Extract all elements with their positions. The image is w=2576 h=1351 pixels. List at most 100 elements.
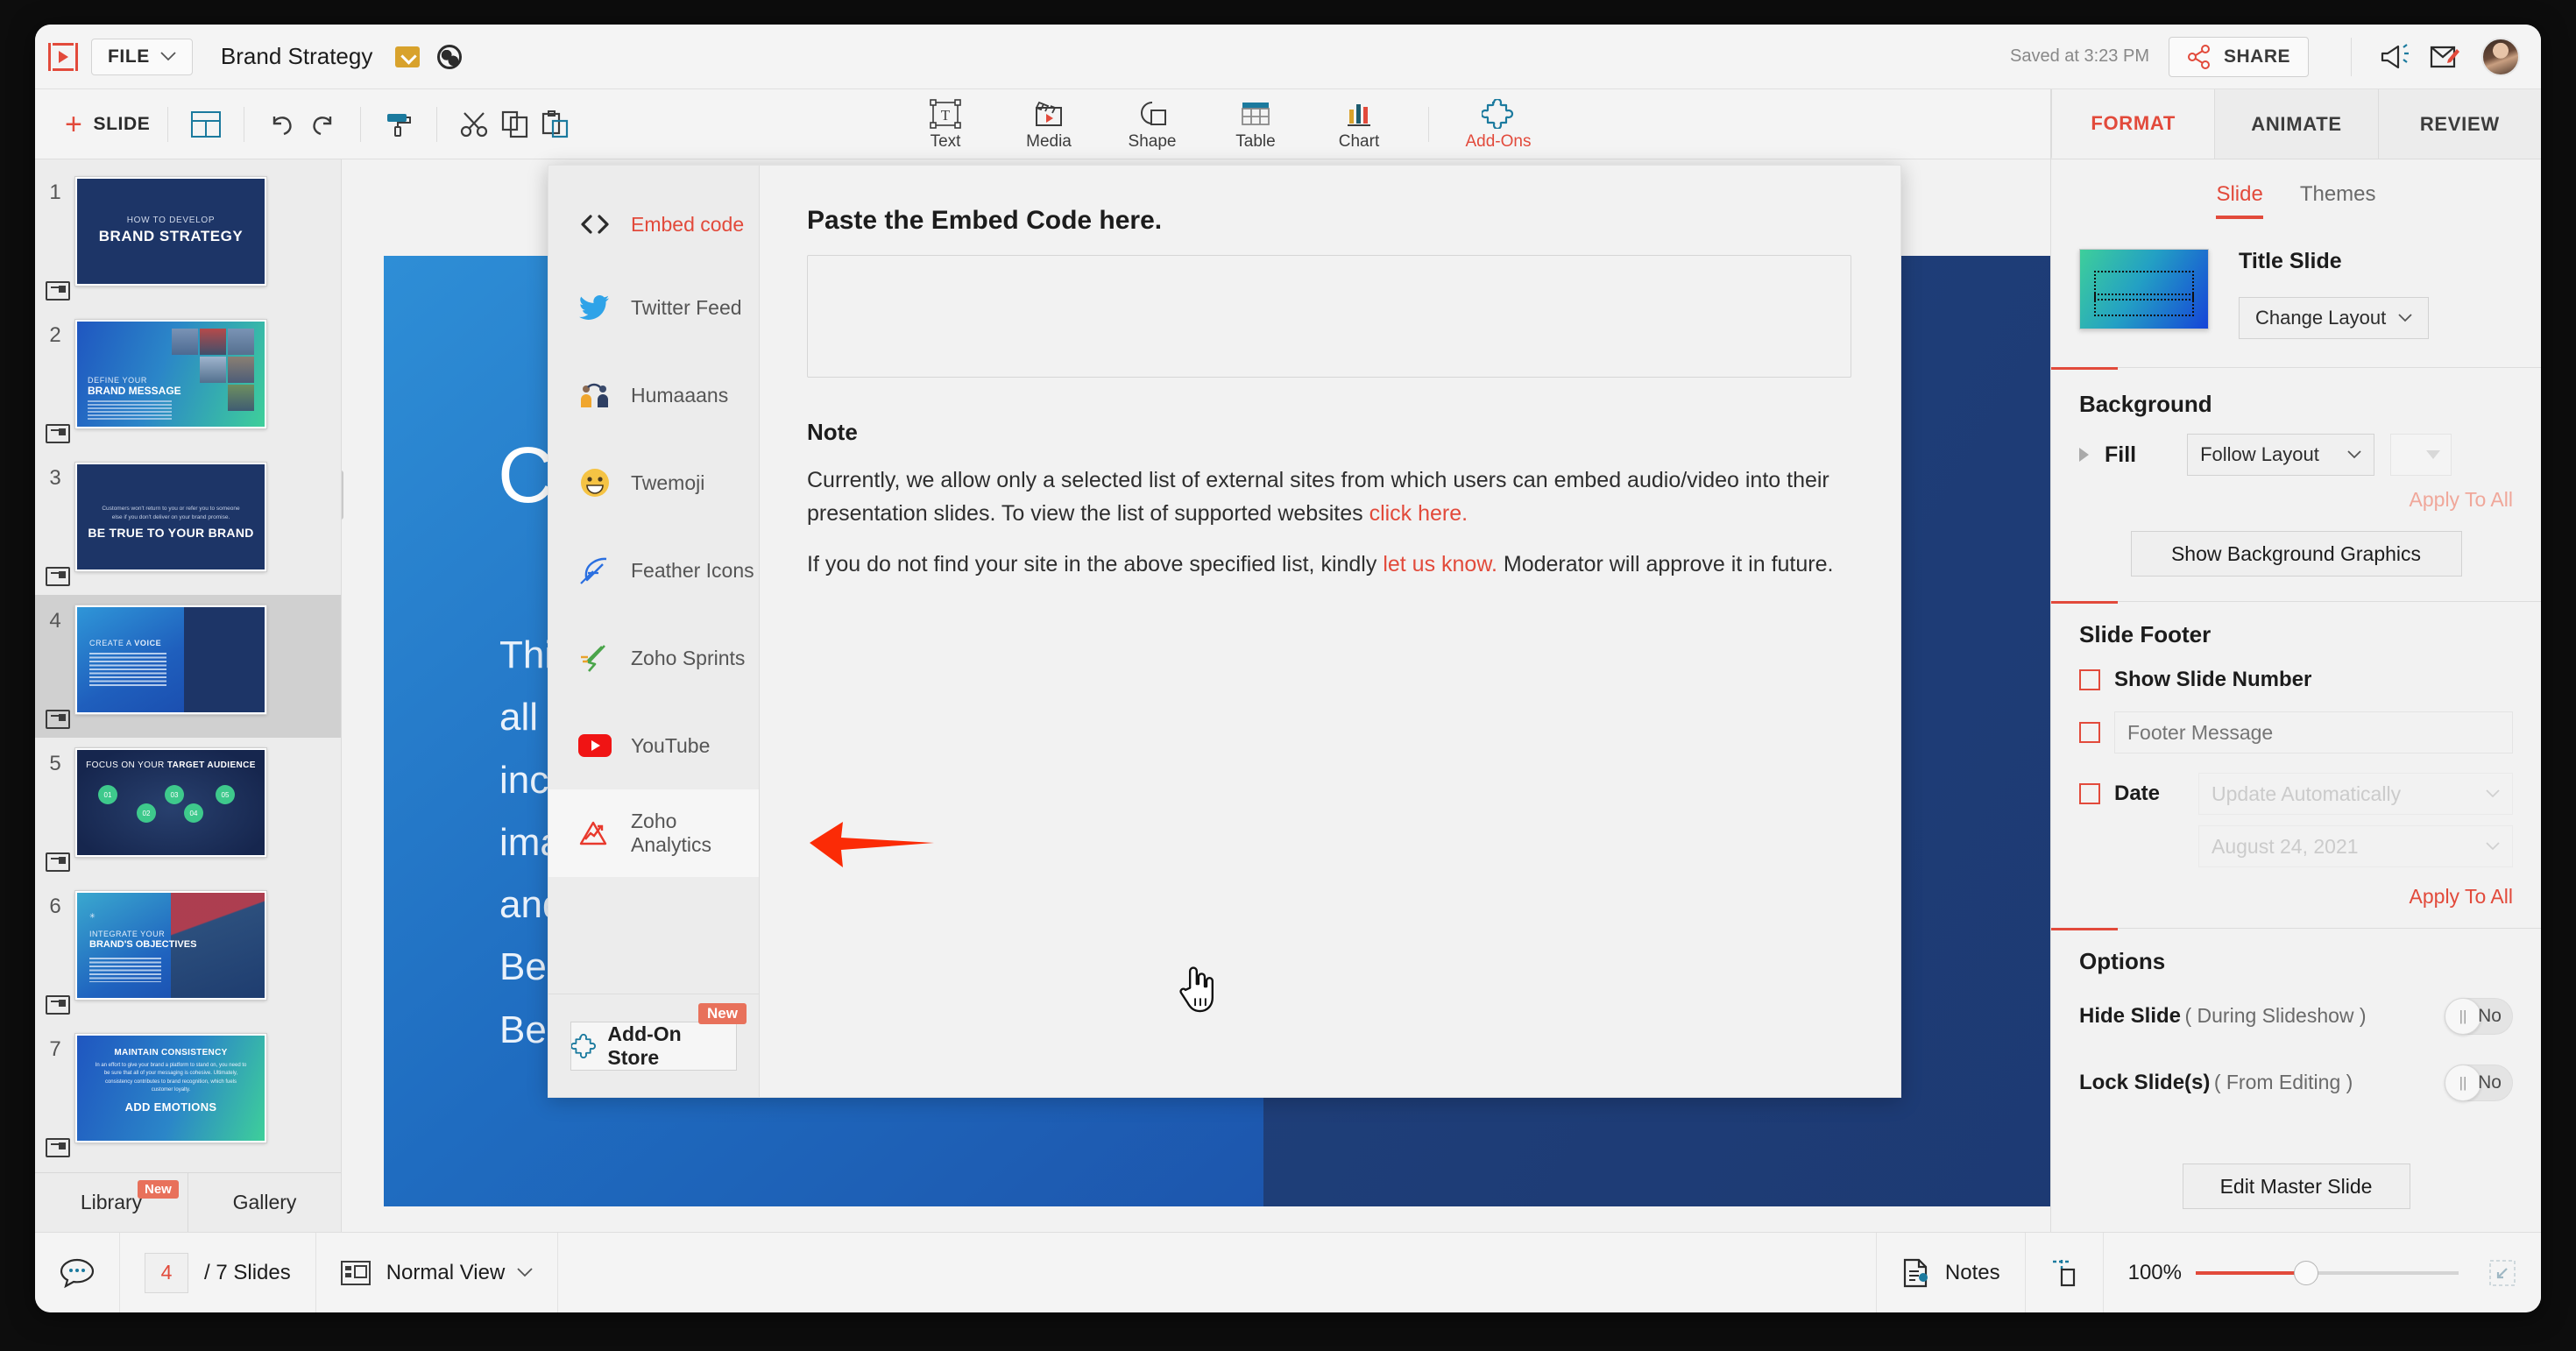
tab-animate[interactable]: ANIMATE bbox=[2214, 89, 2378, 159]
tool-shape[interactable]: Shape bbox=[1100, 89, 1204, 159]
globe-icon[interactable] bbox=[437, 44, 463, 69]
tab-library[interactable]: Library New bbox=[35, 1173, 188, 1232]
slide-list-item[interactable]: 3 Customers won't return to you or refer… bbox=[35, 452, 341, 595]
addon-item-humaaans[interactable]: Humaaans bbox=[548, 351, 759, 439]
format-painter-button[interactable] bbox=[379, 104, 419, 145]
footer-message-checkbox[interactable] bbox=[2079, 722, 2100, 743]
show-slide-number-checkbox[interactable] bbox=[2079, 669, 2100, 690]
slide-thumbnail[interactable]: DEFINE YOUR BRAND MESSAGE bbox=[74, 319, 267, 429]
zoho-show-logo[interactable] bbox=[35, 42, 91, 71]
slide-list-item[interactable]: 5 FOCUS ON YOUR TARGET AUDIENCE 01 02 03… bbox=[35, 738, 341, 881]
date-checkbox[interactable] bbox=[2079, 783, 2100, 804]
user-avatar[interactable] bbox=[2481, 37, 2520, 76]
cut-button[interactable] bbox=[455, 104, 495, 145]
add-slide-button[interactable]: + SLIDE bbox=[65, 110, 150, 139]
tab-review[interactable]: REVIEW bbox=[2377, 89, 2541, 159]
insert-slide-here-button[interactable] bbox=[46, 852, 70, 872]
slide-layout-button[interactable] bbox=[186, 104, 226, 145]
hide-slide-toggle[interactable]: || No bbox=[2445, 998, 2513, 1035]
zoom-slider-handle[interactable] bbox=[2294, 1260, 2318, 1285]
comments-button[interactable] bbox=[35, 1233, 120, 1312]
date-row: Date Update Automatically August 24, 202… bbox=[2079, 773, 2513, 867]
file-menu-label: FILE bbox=[108, 46, 150, 67]
slide-thumbnail[interactable]: CREATE A VOICE bbox=[74, 605, 267, 715]
addon-item-zoho-analytics[interactable]: Zoho Analytics bbox=[548, 789, 759, 877]
divider bbox=[2051, 601, 2541, 604]
tool-chart[interactable]: Chart bbox=[1307, 89, 1411, 159]
tab-format[interactable]: FORMAT bbox=[2051, 89, 2215, 159]
let-us-know-link[interactable]: let us know. bbox=[1383, 552, 1497, 576]
note-p2-text-b: Moderator will approve it in future. bbox=[1497, 552, 1834, 576]
addon-item-twitter-feed[interactable]: Twitter Feed bbox=[548, 264, 759, 351]
layout-preview-thumbnail[interactable] bbox=[2079, 249, 2209, 329]
view-mode-selector[interactable]: Normal View bbox=[316, 1233, 559, 1312]
insert-slide-here-button[interactable] bbox=[46, 1138, 70, 1157]
share-icon bbox=[2187, 44, 2210, 69]
move-to-folder-icon[interactable] bbox=[395, 46, 421, 67]
tool-media[interactable]: Media bbox=[997, 89, 1100, 159]
slide-thumbnail-list[interactable]: 1 HOW TO DEVELOP BRAND STRATEGY 2 DEFINE… bbox=[35, 159, 341, 1172]
slide-thumbnail[interactable]: Customers won't return to you or refer y… bbox=[74, 462, 267, 572]
current-page-input[interactable]: 4 bbox=[145, 1252, 188, 1293]
notes-button[interactable]: Notes bbox=[1875, 1233, 2026, 1312]
announcements-button[interactable] bbox=[2371, 32, 2420, 81]
slide-thumbnail[interactable]: MAINTAIN CONSISTENCY In an effort to giv… bbox=[74, 1033, 267, 1143]
insert-slide-here-button[interactable] bbox=[46, 567, 70, 586]
addon-item-embed-code[interactable]: Embed code bbox=[548, 185, 759, 264]
compose-feedback-button[interactable] bbox=[2420, 32, 2469, 81]
copy-button[interactable] bbox=[495, 104, 535, 145]
slide-list-item-selected[interactable]: 4 CREATE A VOICE bbox=[35, 595, 341, 738]
slide-list-item[interactable]: 1 HOW TO DEVELOP BRAND STRATEGY bbox=[35, 166, 341, 309]
tool-text[interactable]: T Text bbox=[894, 89, 997, 159]
youtube-icon bbox=[578, 729, 612, 762]
slide-thumbnail[interactable]: HOW TO DEVELOP BRAND STRATEGY bbox=[74, 176, 267, 286]
footer-message-input[interactable] bbox=[2114, 711, 2513, 753]
document-title[interactable]: Brand Strategy bbox=[221, 43, 372, 70]
lock-slide-toggle[interactable]: || No bbox=[2445, 1065, 2513, 1101]
slide-footer-section: Slide Footer Show Slide Number Date Upda… bbox=[2051, 602, 2541, 909]
thumb-kicker: Customers won't return to you or refer y… bbox=[102, 506, 240, 520]
click-here-link[interactable]: click here. bbox=[1369, 501, 1468, 526]
zoom-slider[interactable] bbox=[2196, 1260, 2459, 1285]
insert-slide-here-button[interactable] bbox=[46, 424, 70, 443]
slide-thumbnail[interactable]: FOCUS ON YOUR TARGET AUDIENCE 01 02 03 0… bbox=[74, 747, 267, 858]
apply-to-all-background[interactable]: Apply To All bbox=[2079, 488, 2513, 512]
tool-add-ons[interactable]: Add-Ons bbox=[1447, 89, 1550, 159]
insert-slide-here-button[interactable] bbox=[46, 710, 70, 729]
change-layout-button[interactable]: Change Layout bbox=[2239, 297, 2430, 339]
addon-item-feather-icons[interactable]: Feather Icons bbox=[548, 527, 759, 614]
tab-gallery[interactable]: Gallery bbox=[188, 1173, 341, 1232]
date-mode-select[interactable]: Update Automatically bbox=[2198, 773, 2513, 815]
show-background-graphics-button[interactable]: Show Background Graphics bbox=[2130, 531, 2462, 576]
redo-button[interactable] bbox=[302, 104, 343, 145]
apply-to-all-footer[interactable]: Apply To All bbox=[2079, 885, 2513, 909]
fit-to-screen-button[interactable] bbox=[2488, 1259, 2516, 1287]
addon-item-youtube[interactable]: YouTube bbox=[548, 702, 759, 789]
paste-button[interactable] bbox=[535, 104, 576, 145]
addon-item-twemoji[interactable]: Twemoji bbox=[548, 439, 759, 527]
subtab-themes[interactable]: Themes bbox=[2300, 182, 2376, 219]
slide-list-item[interactable]: 2 DEFINE YOUR BRAND MESSAGE bbox=[35, 309, 341, 452]
embed-code-textarea[interactable] bbox=[807, 255, 1851, 378]
fit-to-guide-button[interactable] bbox=[2026, 1233, 2104, 1312]
edit-master-slide-button[interactable]: Edit Master Slide bbox=[2182, 1164, 2410, 1209]
addon-item-zoho-sprints[interactable]: Zoho Sprints bbox=[548, 614, 759, 702]
panel-resize-handle[interactable] bbox=[342, 470, 343, 520]
tool-table[interactable]: Table bbox=[1204, 89, 1307, 159]
subtab-slide[interactable]: Slide bbox=[2216, 182, 2263, 219]
notes-label: Notes bbox=[1944, 1260, 2000, 1284]
insert-slide-here-button[interactable] bbox=[46, 281, 70, 301]
date-value-select[interactable]: August 24, 2021 bbox=[2198, 825, 2513, 867]
share-button[interactable]: SHARE bbox=[2168, 36, 2309, 77]
megaphone-icon bbox=[2381, 43, 2409, 68]
fill-select[interactable]: Follow Layout bbox=[2187, 434, 2375, 476]
file-menu-button[interactable]: FILE bbox=[91, 38, 193, 75]
add-on-store-button[interactable]: New Add-On Store bbox=[570, 1002, 747, 1071]
slide-list-item[interactable]: 7 MAINTAIN CONSISTENCY In an effort to g… bbox=[35, 1023, 341, 1166]
expand-triangle-icon[interactable] bbox=[2079, 448, 2089, 462]
undo-button[interactable] bbox=[262, 104, 302, 145]
fill-color-swatch[interactable] bbox=[2390, 434, 2452, 476]
slide-thumbnail[interactable]: ✳ INTEGRATE YOUR BRAND'S OBJECTIVES bbox=[74, 890, 267, 1001]
slide-list-item[interactable]: 6 ✳ INTEGRATE YOUR BRAND'S OBJECTIVES bbox=[35, 881, 341, 1023]
insert-slide-here-button[interactable] bbox=[46, 995, 70, 1015]
